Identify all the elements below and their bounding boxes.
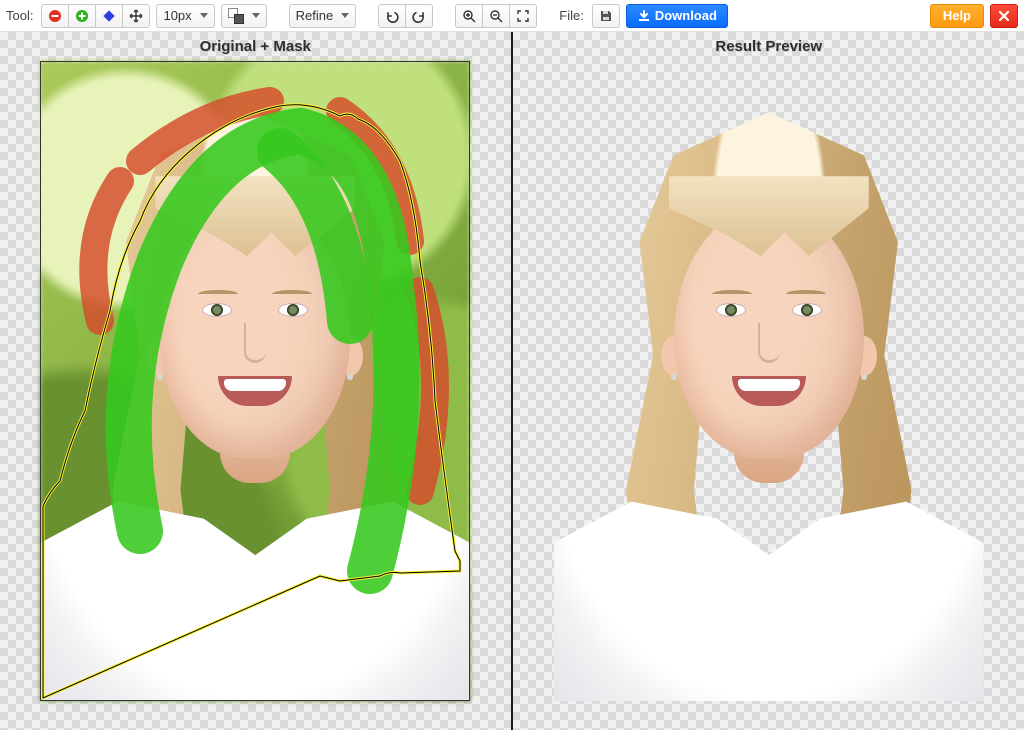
zoom-in-icon bbox=[462, 9, 476, 23]
save-button[interactable] bbox=[592, 4, 620, 28]
chevron-down-icon bbox=[200, 13, 208, 18]
refine-dropdown[interactable]: Refine bbox=[289, 4, 357, 28]
fit-screen-icon bbox=[516, 9, 530, 23]
canvas-result[interactable] bbox=[554, 61, 984, 701]
undo-icon bbox=[385, 9, 399, 23]
zoom-group bbox=[455, 4, 537, 28]
panel-result-preview: Result Preview bbox=[513, 32, 1024, 730]
mark-tools-group bbox=[41, 4, 150, 28]
diamond-icon bbox=[102, 9, 116, 23]
eraser-tool-button[interactable] bbox=[95, 4, 123, 28]
plus-circle-icon bbox=[75, 9, 89, 23]
brush-size-value: 10px bbox=[163, 8, 191, 23]
redo-button[interactable] bbox=[405, 4, 433, 28]
workspace: Original + Mask bbox=[0, 32, 1024, 730]
remove-tool-button[interactable] bbox=[41, 4, 69, 28]
fg-bg-color-button[interactable] bbox=[221, 4, 267, 28]
pan-tool-button[interactable] bbox=[122, 4, 150, 28]
help-label: Help bbox=[943, 8, 971, 23]
photo-subject bbox=[40, 61, 470, 701]
refine-label: Refine bbox=[296, 8, 334, 23]
keep-tool-button[interactable] bbox=[68, 4, 96, 28]
zoom-fit-button[interactable] bbox=[509, 4, 537, 28]
tool-label: Tool: bbox=[6, 8, 35, 23]
toolbar: Tool: 10px bbox=[0, 0, 1024, 32]
undo-redo-group bbox=[378, 4, 433, 28]
zoom-in-button[interactable] bbox=[455, 4, 483, 28]
floppy-save-icon bbox=[599, 9, 613, 23]
download-arrow-icon bbox=[637, 9, 651, 23]
panel-original-mask: Original + Mask bbox=[0, 32, 511, 730]
minus-circle-icon bbox=[48, 9, 62, 23]
close-button[interactable] bbox=[990, 4, 1018, 28]
zoom-out-icon bbox=[489, 9, 503, 23]
close-x-icon bbox=[997, 9, 1011, 23]
panel-title-left: Original + Mask bbox=[200, 32, 311, 59]
fg-bg-swatch-icon bbox=[228, 8, 244, 24]
chevron-down-icon bbox=[341, 13, 349, 18]
download-label: Download bbox=[655, 8, 717, 23]
file-label: File: bbox=[559, 8, 586, 23]
brush-size-dropdown[interactable]: 10px bbox=[156, 4, 214, 28]
download-button[interactable]: Download bbox=[626, 4, 728, 28]
result-subject bbox=[554, 61, 984, 701]
zoom-out-button[interactable] bbox=[482, 4, 510, 28]
chevron-down-icon bbox=[252, 13, 260, 18]
undo-button[interactable] bbox=[378, 4, 406, 28]
move-arrows-icon bbox=[129, 9, 143, 23]
panel-title-right: Result Preview bbox=[715, 32, 822, 59]
help-button[interactable]: Help bbox=[930, 4, 984, 28]
canvas-original[interactable] bbox=[40, 61, 470, 701]
redo-icon bbox=[412, 9, 426, 23]
